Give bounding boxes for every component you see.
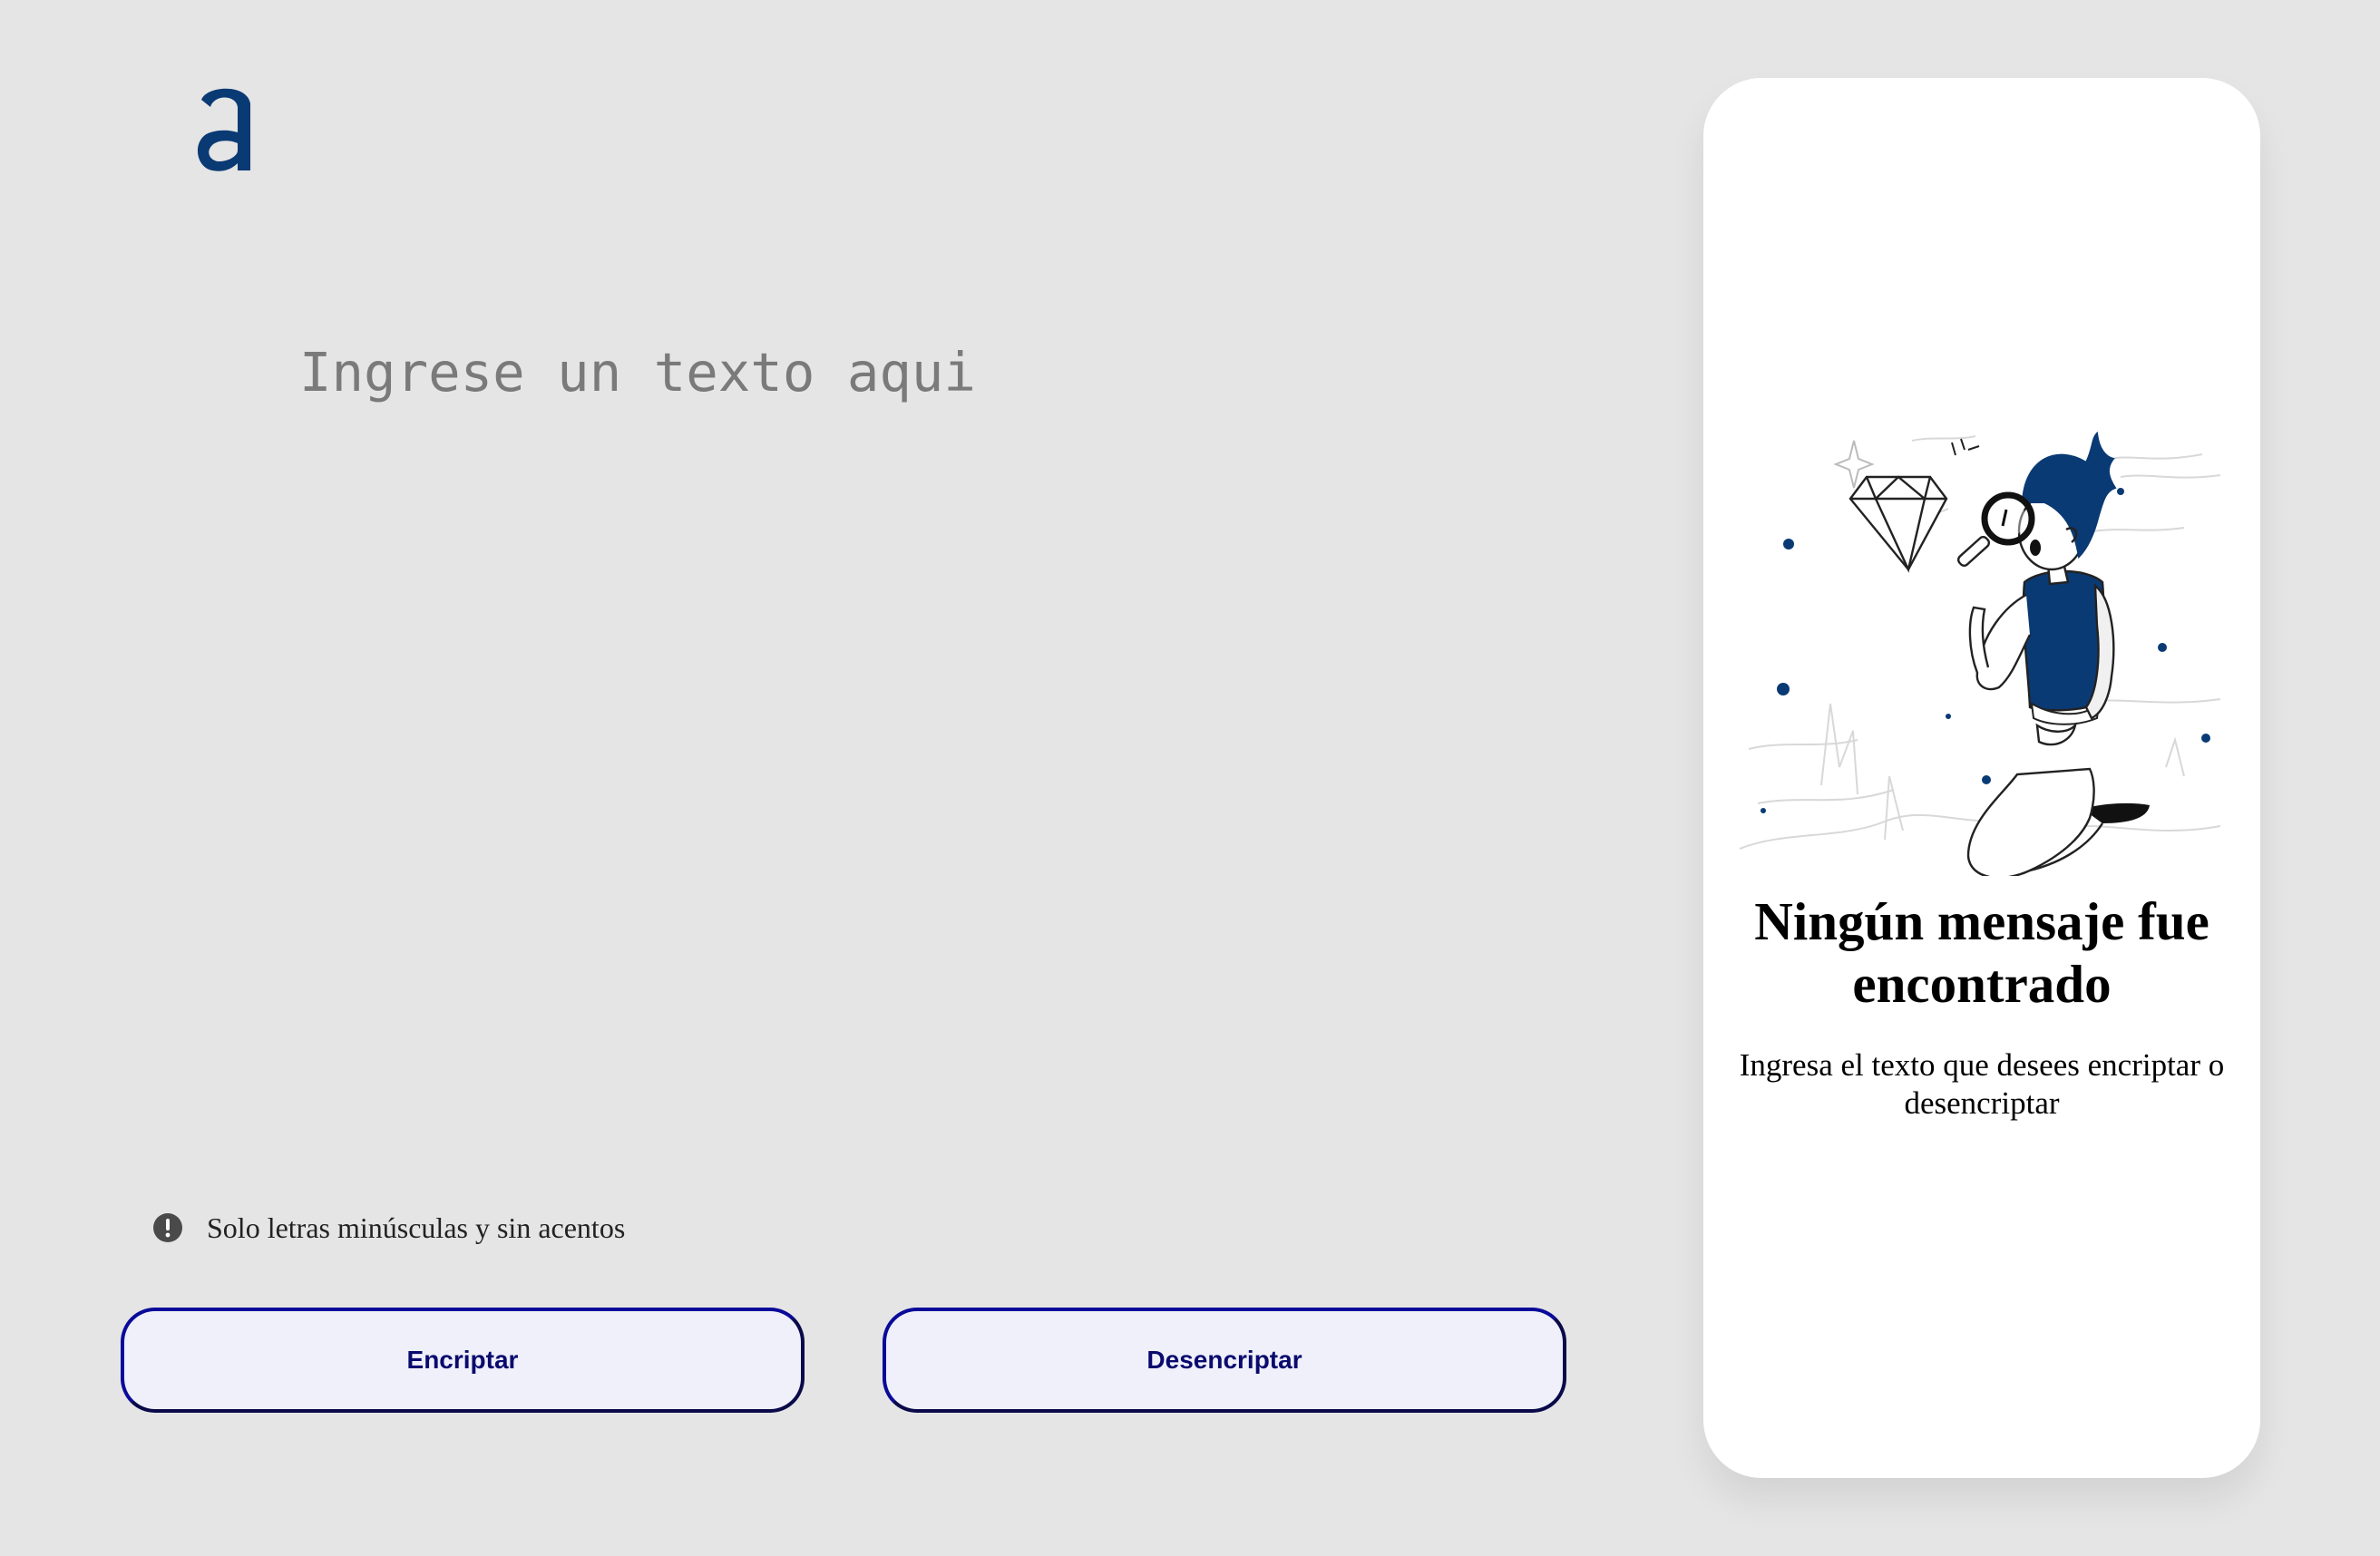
empty-state-subtitle: Ingresa el texto que desees encriptar o … <box>1739 1047 2225 1121</box>
decrypt-button[interactable]: Desencriptar <box>883 1308 1566 1413</box>
alura-logo-icon[interactable] <box>190 80 263 180</box>
hint-text: Solo letras minúsculas y sin acentos <box>207 1211 626 1244</box>
message-input[interactable] <box>299 336 1551 1152</box>
result-panel: Ningún mensaje fue encontrado Ingresa el… <box>1703 78 2260 1478</box>
input-hint: Solo letras minúsculas y sin acentos <box>152 1208 625 1248</box>
encrypt-button[interactable]: Encriptar <box>121 1308 805 1413</box>
empty-state-title: Ningún mensaje fue encontrado <box>1754 891 2209 1014</box>
exclamation-circle-icon <box>153 1213 182 1242</box>
person-magnifying-glass-illustration-icon <box>1739 431 2221 876</box>
